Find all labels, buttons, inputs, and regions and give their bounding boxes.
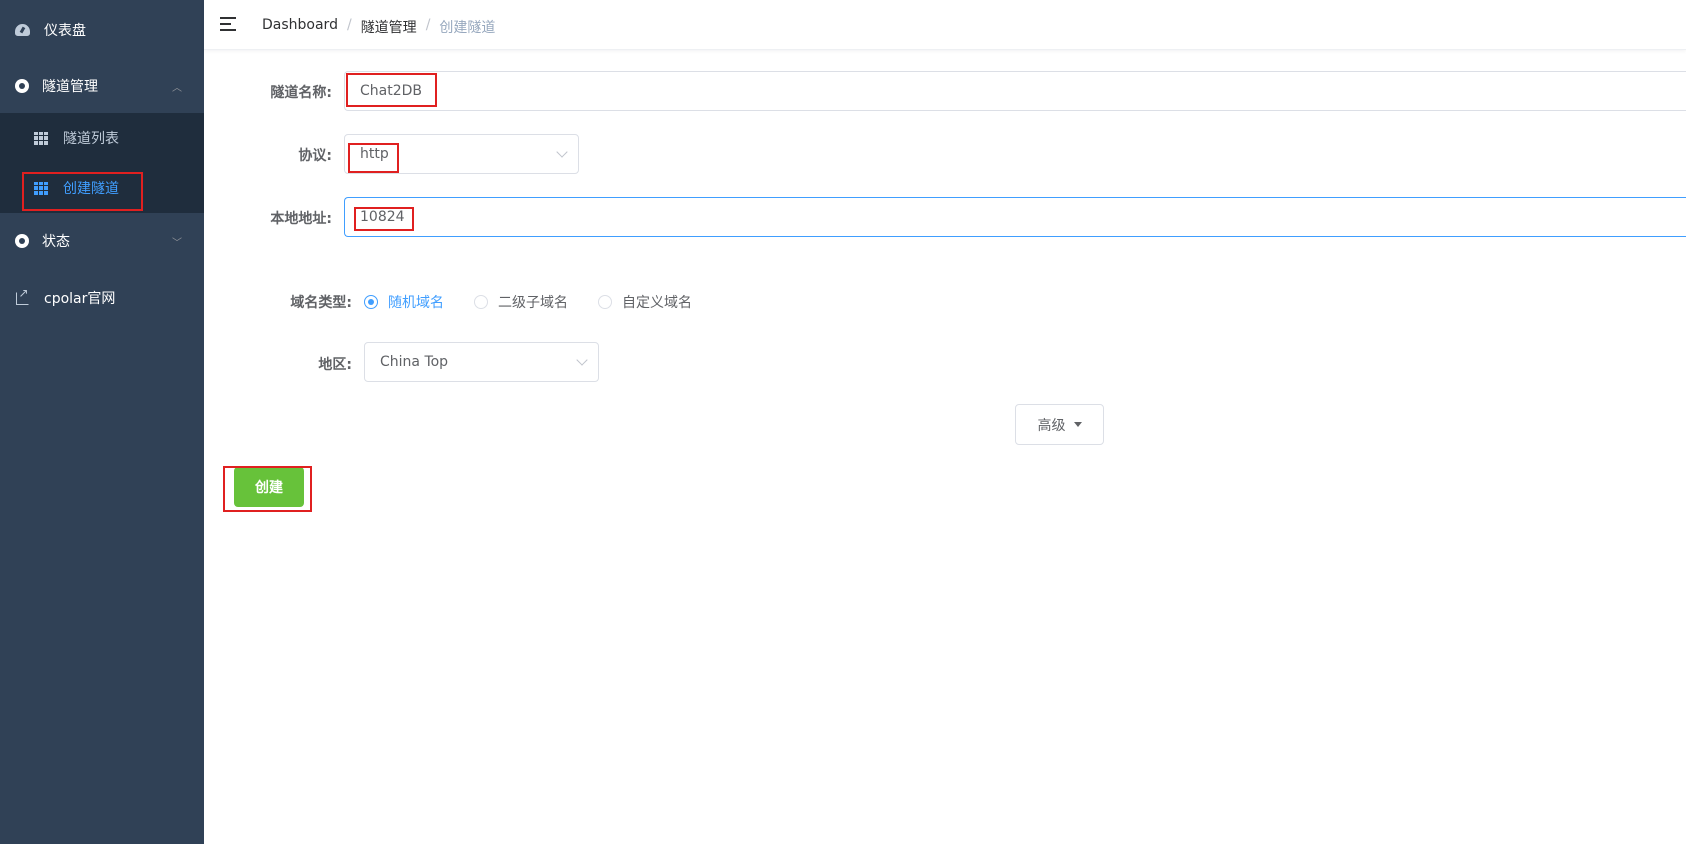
chevron-down-icon: ﹀: [172, 237, 182, 249]
caret-down-icon: [1073, 422, 1082, 427]
external-link-icon: [14, 286, 30, 306]
sidebar-item-cpolar-site[interactable]: cpolar官网: [0, 270, 204, 326]
breadcrumb: Dashboard / 隧道管理 / 创建隧道: [262, 17, 495, 37]
table-icon: [34, 181, 48, 195]
sidebar-item-dashboard[interactable]: 仪表盘: [0, 2, 204, 58]
local-address-input[interactable]: 10824: [344, 197, 1686, 237]
chevron-up-icon: ︿: [172, 82, 182, 94]
create-button[interactable]: 创建: [234, 467, 304, 507]
table-icon: [34, 131, 48, 145]
sidebar: 仪表盘 隧道管理 ︿ 隧道列表 创建隧道 状态 ﹀ ↗ cpolar官网: [0, 0, 204, 844]
breadcrumb-item-create-tunnel: 创建隧道: [439, 20, 496, 36]
chevron-down-icon: [556, 146, 568, 158]
breadcrumb-item-dashboard[interactable]: Dashboard: [262, 17, 338, 37]
radio-subdomain[interactable]: 二级子域名: [474, 292, 568, 312]
sidebar-item-label: cpolar官网: [44, 291, 116, 307]
radio-dot: [364, 295, 378, 309]
radio-label: 随机域名: [388, 295, 444, 311]
breadcrumb-separator: /: [425, 17, 431, 33]
protocol-label: 协议:: [298, 148, 332, 164]
local-address-label: 本地地址:: [270, 211, 332, 227]
protocol-value: http: [360, 146, 389, 162]
radio-dot: [598, 295, 612, 309]
dashboard-icon: [14, 22, 30, 38]
advanced-button[interactable]: 高级: [1015, 404, 1104, 445]
sidebar-item-status[interactable]: 状态 ﹀: [0, 213, 204, 269]
status-icon: [14, 233, 30, 249]
sidebar-item-label: 隧道列表: [63, 131, 119, 147]
protocol-select[interactable]: http: [344, 134, 579, 174]
breadcrumb-separator: /: [346, 17, 352, 33]
region-value: China Top: [380, 354, 449, 370]
tunnel-name-input[interactable]: Chat2DB: [344, 71, 1686, 111]
domain-type-label: 域名类型:: [290, 295, 352, 311]
local-address-value: 10824: [360, 209, 405, 225]
hamburger-menu-icon[interactable]: [220, 17, 236, 31]
radio-dot: [474, 295, 488, 309]
chevron-down-icon: [576, 354, 588, 366]
app-root: 仪表盘 隧道管理 ︿ 隧道列表 创建隧道 状态 ﹀ ↗ cpolar官网 Das…: [0, 0, 1686, 844]
radio-random-domain[interactable]: 随机域名: [364, 292, 444, 312]
sidebar-item-tunnel-list[interactable]: 隧道列表: [0, 113, 204, 163]
radio-custom-domain[interactable]: 自定义域名: [598, 292, 692, 312]
sidebar-item-label: 隧道管理: [42, 79, 98, 95]
sidebar-item-label: 仪表盘: [44, 23, 86, 39]
breadcrumb-item-tunnel-management[interactable]: 隧道管理: [361, 17, 417, 37]
tunnel-name-label: 隧道名称:: [270, 85, 332, 101]
advanced-button-label: 高级: [1037, 417, 1066, 434]
sidebar-item-tunnel-management[interactable]: 隧道管理 ︿: [0, 58, 204, 114]
submenu-tunnel-management: 隧道列表 创建隧道: [0, 113, 204, 213]
region-label: 地区:: [318, 357, 352, 373]
tunnel-icon: [14, 78, 30, 94]
create-button-label: 创建: [255, 480, 283, 496]
region-select[interactable]: China Top: [364, 342, 599, 382]
sidebar-item-create-tunnel[interactable]: 创建隧道: [0, 163, 204, 213]
sidebar-item-label: 创建隧道: [63, 181, 119, 197]
radio-label: 自定义域名: [622, 295, 692, 311]
tunnel-name-value: Chat2DB: [360, 83, 423, 99]
radio-label: 二级子域名: [498, 295, 568, 311]
sidebar-item-label: 状态: [42, 234, 70, 250]
header: Dashboard / 隧道管理 / 创建隧道: [204, 0, 1686, 50]
